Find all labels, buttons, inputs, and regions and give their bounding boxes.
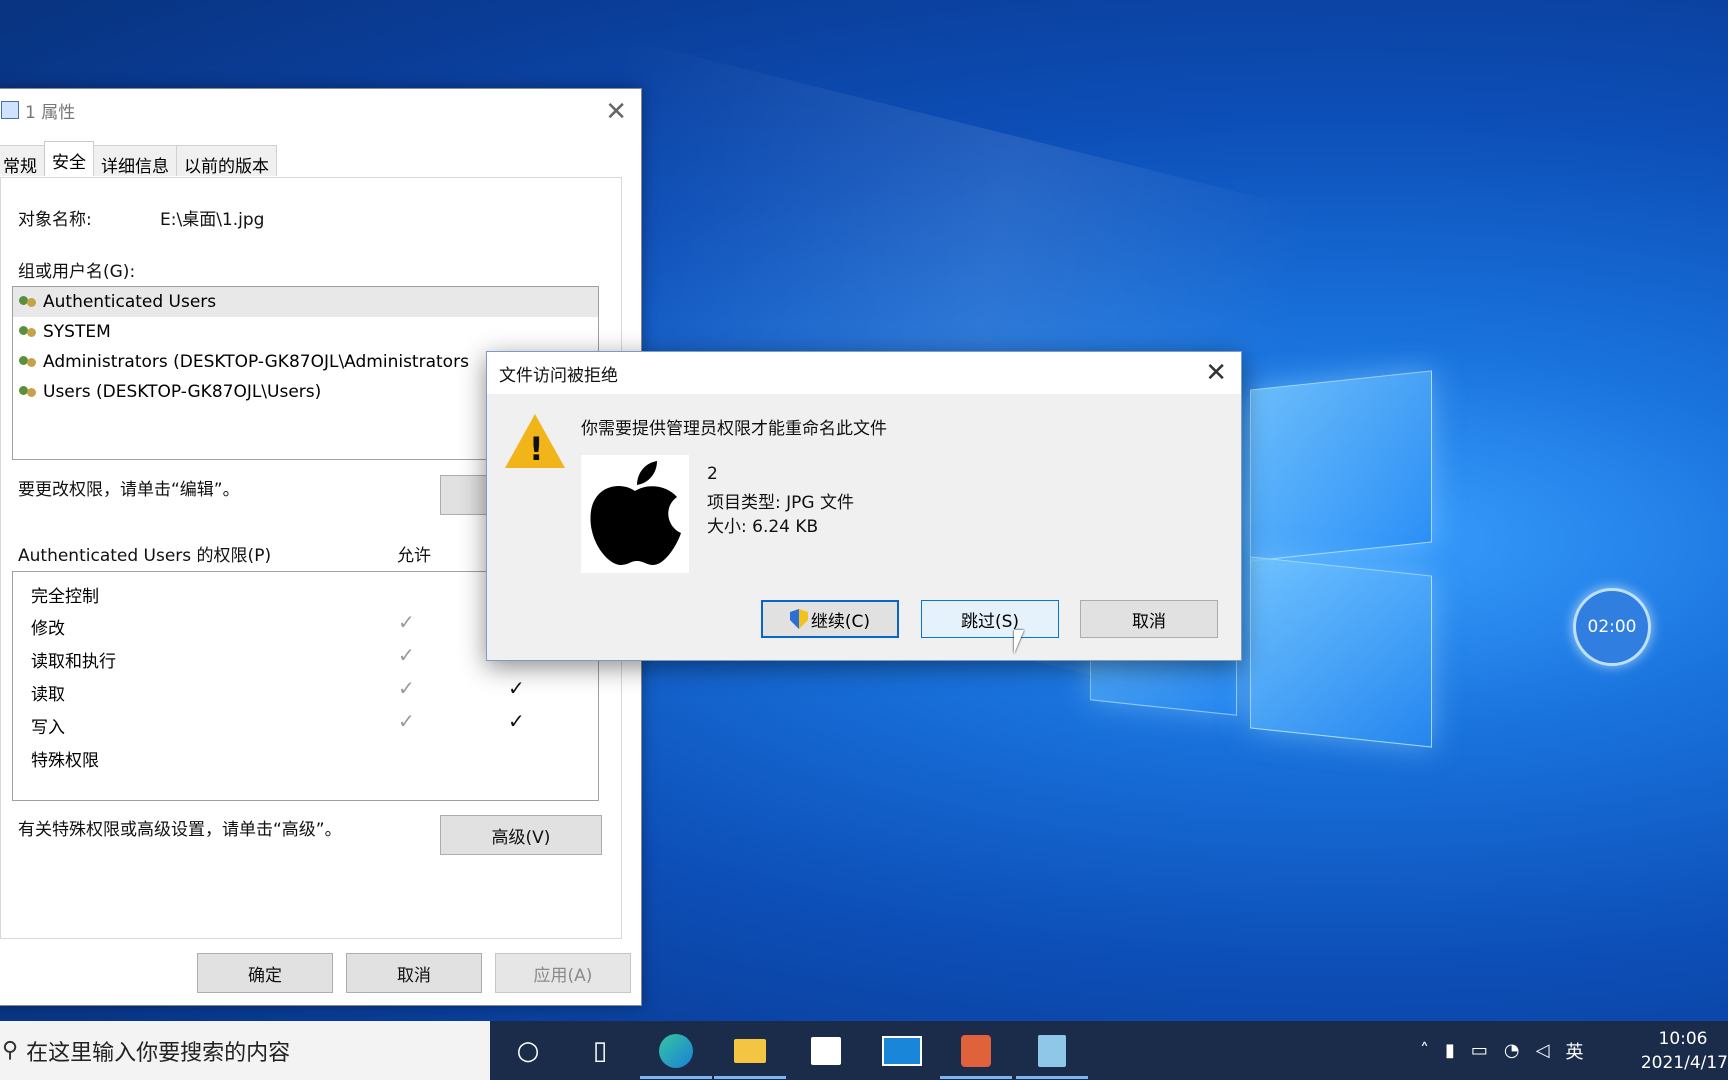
permission-row: 读取和执行 [31, 652, 116, 672]
tab-previous-versions[interactable]: 以前的版本 [176, 145, 277, 177]
apple-logo-thumbnail [581, 455, 689, 573]
continue-button[interactable]: 继续(C) [761, 600, 899, 638]
permission-row: 写入 [31, 718, 65, 738]
skip-button[interactable]: 跳过(S) [921, 600, 1059, 638]
apply-button[interactable]: 应用(A) [495, 953, 631, 993]
dialog-title: 文件访问被拒绝 [499, 365, 618, 386]
users-icon [19, 354, 39, 370]
properties-titlebar[interactable]: 1 属性 [0, 89, 641, 131]
dialog-message: 你需要提供管理员权限才能重命名此文件 [581, 419, 887, 439]
permission-row: 完全控制 [31, 587, 99, 607]
check-icon: ✓ [398, 610, 415, 634]
notepad-icon[interactable] [1016, 1031, 1088, 1079]
object-name-value: E:\桌面\1.jpg [160, 210, 265, 230]
ok-button[interactable]: 确定 [197, 953, 333, 993]
file-explorer-icon[interactable] [714, 1031, 786, 1079]
battery-icon[interactable]: ▭ [1471, 1040, 1488, 1061]
advanced-button[interactable]: 高级(V) [440, 815, 602, 855]
task-view-icon[interactable]: ▯ [580, 1031, 620, 1071]
file-name: 2 [707, 464, 718, 484]
check-icon: ✓ [398, 709, 415, 733]
taskbar: ⚲ 在这里输入你要搜索的内容 ○ ▯ ˄ ▮ ▭ ◔ ◁ 英 10:06 202… [0, 1021, 1728, 1080]
close-icon[interactable]: ✕ [1205, 358, 1227, 388]
users-icon [19, 294, 39, 310]
check-icon: ✓ [398, 676, 415, 700]
clock[interactable]: 10:06 2021/4/17 [1638, 1027, 1728, 1075]
uac-shield-icon [789, 609, 808, 629]
mail-icon[interactable] [882, 1031, 922, 1071]
users-icon [19, 324, 39, 340]
warning-exclamation: ! [529, 430, 544, 468]
change-permission-hint: 要更改权限，请单击“编辑”。 [18, 480, 240, 500]
object-name-label: 对象名称: [18, 210, 92, 230]
list-item[interactable]: Authenticated Users [13, 287, 598, 317]
advanced-hint: 有关特殊权限或高级设置，请单击“高级”。 [18, 820, 342, 840]
cortana-icon[interactable]: ○ [508, 1031, 548, 1071]
ime-indicator[interactable]: 英 [1565, 1038, 1583, 1064]
timer-bubble[interactable]: 02:00 [1573, 588, 1651, 666]
access-denied-dialog: 文件访问被拒绝 ✕ ! 你需要提供管理员权限才能重命名此文件 2 项目类型: J… [486, 351, 1242, 661]
groups-label: 组或用户名(G): [18, 262, 136, 282]
clock-date: 2021/4/17 [1640, 1053, 1728, 1073]
permission-row: 修改 [31, 619, 65, 639]
check-icon: ✓ [508, 676, 525, 700]
tab-details[interactable]: 详细信息 [93, 145, 177, 177]
list-item[interactable]: SYSTEM [13, 317, 598, 347]
permission-row: 特殊权限 [31, 751, 99, 771]
file-type: 项目类型: JPG 文件 [707, 493, 854, 513]
volume-icon[interactable]: ◁ [1536, 1040, 1550, 1061]
taskbar-search[interactable]: ⚲ 在这里输入你要搜索的内容 [0, 1021, 490, 1080]
allow-column-header: 允许 [397, 546, 431, 566]
snipping-tool-icon[interactable] [940, 1031, 1012, 1079]
dialog-cancel-button[interactable]: 取消 [1080, 600, 1218, 638]
system-tray: ˄ ▮ ▭ ◔ ◁ 英 [1420, 1021, 1583, 1080]
check-icon: ✓ [398, 643, 415, 667]
tab-security[interactable]: 安全 [44, 141, 94, 176]
search-icon: ⚲ [2, 1038, 19, 1063]
permission-row: 读取 [31, 685, 65, 705]
image-file-icon [1, 101, 19, 119]
microphone-icon[interactable]: ▮ [1445, 1040, 1455, 1061]
store-icon[interactable] [806, 1031, 846, 1071]
close-icon[interactable]: ✕ [605, 97, 627, 127]
permissions-label: Authenticated Users 的权限(P) [18, 546, 272, 566]
users-icon [19, 384, 39, 400]
cancel-button[interactable]: 取消 [346, 953, 482, 993]
properties-title: 1 属性 [25, 102, 76, 123]
check-icon: ✓ [508, 709, 525, 733]
edge-browser-icon[interactable] [640, 1031, 712, 1079]
dialog-titlebar[interactable]: 文件访问被拒绝 [487, 352, 1241, 394]
network-icon[interactable]: ◔ [1504, 1040, 1520, 1061]
tab-general[interactable]: 常规 [0, 145, 45, 177]
properties-tabs: 常规 安全 详细信息 以前的版本 [0, 141, 277, 177]
clock-time: 10:06 [1658, 1029, 1708, 1049]
search-input[interactable]: 在这里输入你要搜索的内容 [26, 1035, 290, 1067]
file-size: 大小: 6.24 KB [707, 517, 819, 537]
chevron-up-icon[interactable]: ˄ [1420, 1040, 1429, 1061]
mouse-cursor-icon [1014, 630, 1024, 654]
